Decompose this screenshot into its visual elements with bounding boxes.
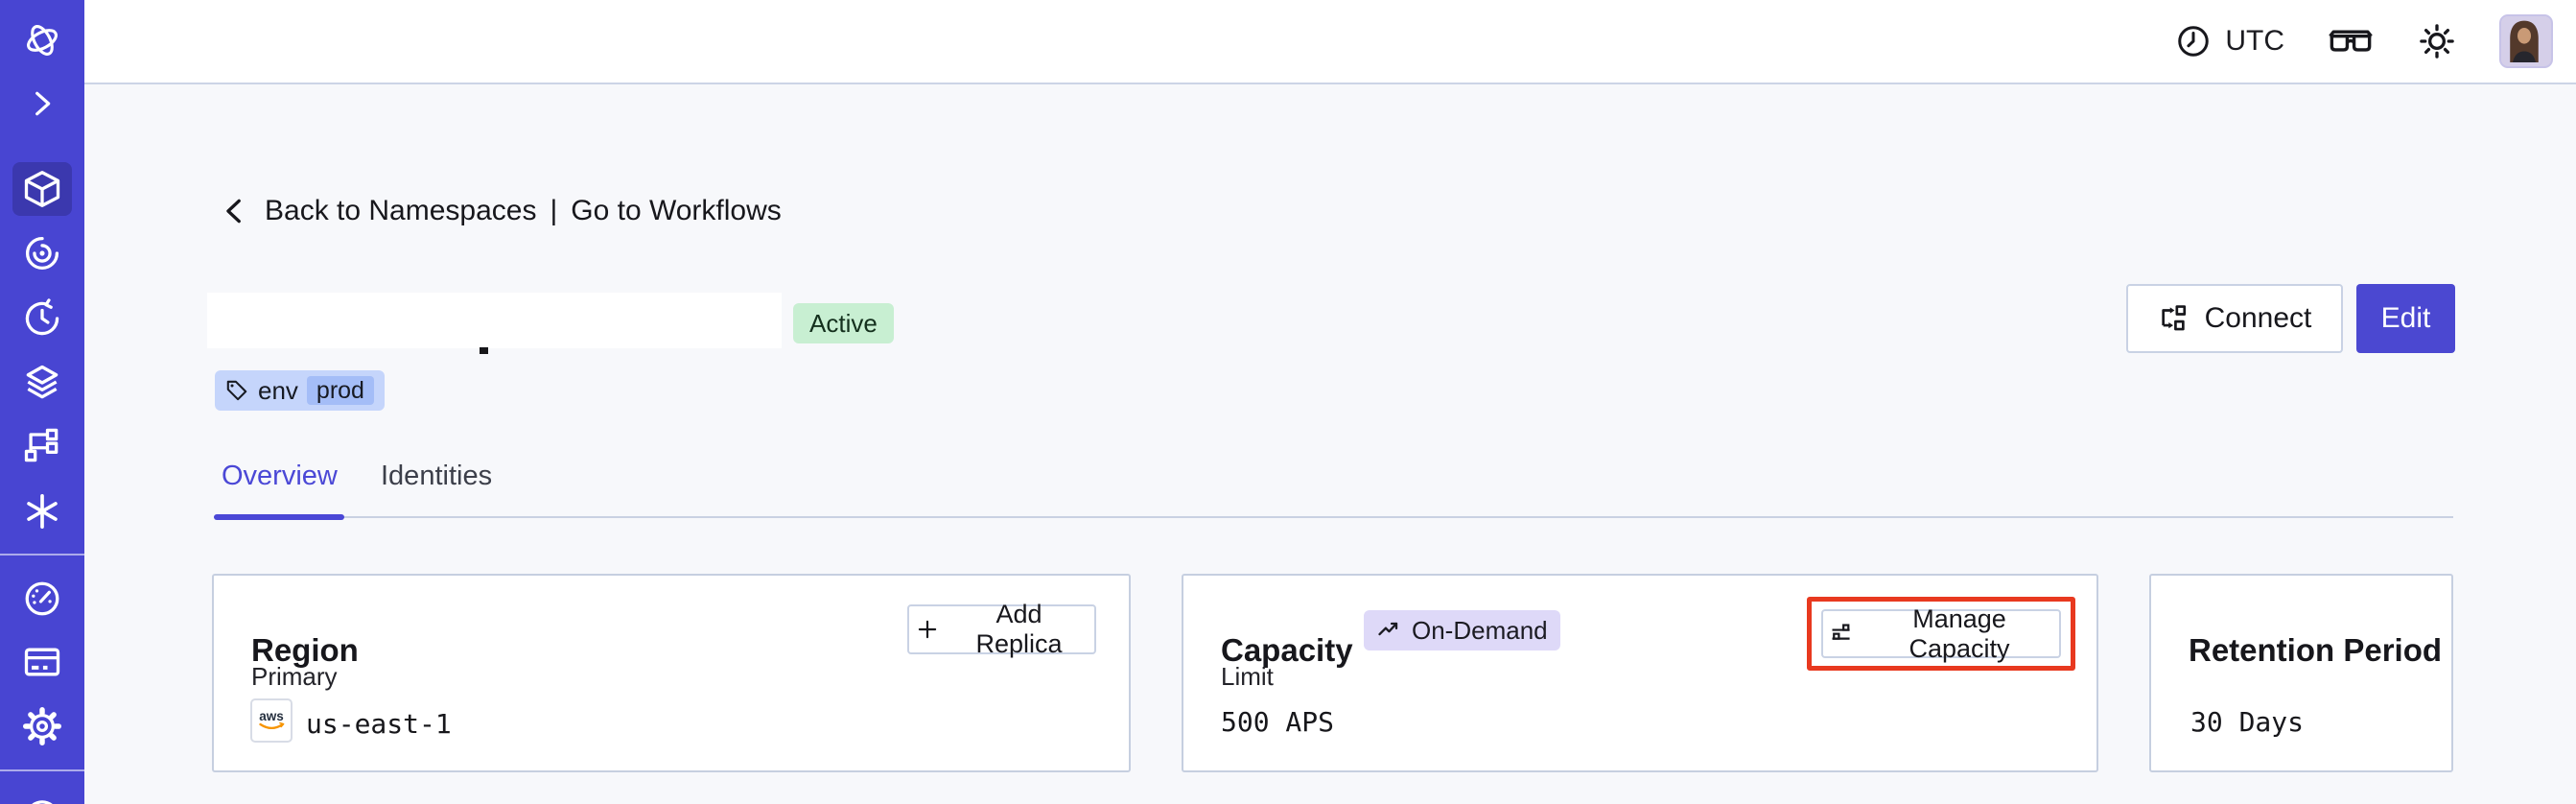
settings-gear-icon bbox=[23, 707, 61, 745]
temporal-logo-icon[interactable] bbox=[0, 13, 84, 67]
namespace-tag-chip[interactable]: env prod bbox=[215, 370, 385, 411]
status-badge: Active bbox=[793, 303, 894, 343]
add-replica-button[interactable]: Add Replica bbox=[907, 600, 1096, 658]
timezone-selector[interactable]: UTC bbox=[2175, 23, 2284, 59]
sidebar bbox=[0, 0, 84, 804]
limit-label: Limit bbox=[1221, 662, 1274, 691]
region-card: Region Add Replica Primary aws us-east-1 bbox=[212, 574, 1131, 772]
capacity-card: Capacity On-Demand Limit 500 APS Manage … bbox=[1182, 574, 2098, 772]
timezone-label: UTC bbox=[2225, 25, 2284, 57]
retention-value: 30 Days bbox=[2190, 706, 2305, 738]
tab-identities[interactable]: Identities bbox=[381, 461, 492, 492]
tab-overview[interactable]: Overview bbox=[222, 461, 338, 492]
sidebar-item-deployments[interactable] bbox=[0, 356, 84, 410]
edit-button-label: Edit bbox=[2380, 302, 2431, 334]
namespace-actions: Connect Edit bbox=[2126, 284, 2455, 353]
theme-sun-icon[interactable] bbox=[2417, 21, 2457, 61]
bottom-partial-circle-icon bbox=[32, 800, 53, 804]
header-actions: UTC bbox=[2175, 0, 2553, 83]
sidebar-item-namespaces[interactable] bbox=[12, 162, 72, 216]
chevron-left-icon[interactable] bbox=[219, 195, 251, 227]
breadcrumb: Back to Namespaces | Go to Workflows bbox=[219, 195, 782, 227]
sidebar-item-schedules[interactable] bbox=[0, 292, 84, 345]
main-content: Back to Namespaces | Go to Workflows Act… bbox=[84, 86, 2576, 804]
nexus-spiral-icon bbox=[25, 236, 59, 271]
tag-key: env bbox=[258, 375, 298, 405]
on-demand-badge-label: On-Demand bbox=[1412, 615, 1548, 645]
trending-up-icon bbox=[1376, 617, 1403, 644]
sidebar-item-batch[interactable] bbox=[0, 485, 84, 538]
breadcrumb-separator: | bbox=[550, 195, 558, 226]
aws-logo-text: aws bbox=[259, 709, 284, 723]
tag-value: prod bbox=[306, 376, 374, 405]
primary-label: Primary bbox=[251, 662, 338, 691]
namespaces-cube-icon bbox=[24, 171, 60, 207]
active-tab-underline bbox=[214, 514, 344, 520]
redaction-artifact-dot bbox=[480, 347, 488, 354]
back-to-namespaces-link[interactable]: Back to Namespaces bbox=[265, 195, 536, 227]
tag-icon bbox=[224, 378, 249, 403]
billing-card-icon bbox=[24, 648, 60, 676]
retention-card: Retention Period 30 Days bbox=[2149, 574, 2453, 772]
sidebar-item-workflows[interactable] bbox=[0, 418, 84, 472]
sliders-icon bbox=[1829, 621, 1856, 648]
top-header: UTC bbox=[84, 0, 2576, 84]
manage-capacity-label: Manage Capacity bbox=[1909, 603, 2010, 663]
tabs-baseline bbox=[214, 516, 2453, 518]
go-to-workflows-link[interactable]: Go to Workflows bbox=[571, 195, 782, 227]
manage-capacity-button[interactable]: Manage Capacity bbox=[1821, 604, 2061, 663]
namespace-title-redaction bbox=[207, 293, 782, 348]
clock-icon bbox=[2175, 23, 2212, 59]
deployments-layers-icon bbox=[26, 365, 59, 399]
region-value: us-east-1 bbox=[306, 708, 452, 740]
plus-icon bbox=[915, 617, 940, 642]
retention-card-title: Retention Period bbox=[2189, 632, 2443, 669]
edit-button[interactable]: Edit bbox=[2356, 284, 2455, 353]
sidebar-divider bbox=[0, 554, 84, 556]
app-root: UTC Back to Namespaces | Go to Workflows… bbox=[0, 0, 2576, 804]
workflows-branch-icon bbox=[24, 428, 59, 462]
sidebar-item-billing[interactable] bbox=[0, 635, 84, 689]
add-replica-label: Add Replica bbox=[975, 600, 1063, 658]
expand-chevron-icon[interactable] bbox=[0, 77, 84, 130]
glasses-icon[interactable] bbox=[2327, 24, 2375, 59]
schedules-clock-icon bbox=[25, 298, 59, 336]
on-demand-badge: On-Demand bbox=[1364, 610, 1560, 650]
connect-flow-icon bbox=[2158, 302, 2190, 335]
batch-asterisk-icon bbox=[27, 494, 58, 529]
user-avatar[interactable] bbox=[2499, 14, 2553, 68]
usage-gauge-icon bbox=[25, 581, 59, 616]
capacity-value: 500 APS bbox=[1221, 706, 1335, 738]
sidebar-item-help[interactable] bbox=[0, 787, 84, 804]
sidebar-item-usage[interactable] bbox=[0, 572, 84, 626]
sidebar-divider bbox=[0, 769, 84, 771]
connect-button[interactable]: Connect bbox=[2126, 284, 2343, 353]
connect-button-label: Connect bbox=[2204, 302, 2312, 334]
sidebar-item-nexus[interactable] bbox=[0, 226, 84, 280]
sidebar-item-settings[interactable] bbox=[0, 699, 84, 753]
aws-provider-badge: aws bbox=[250, 698, 293, 743]
